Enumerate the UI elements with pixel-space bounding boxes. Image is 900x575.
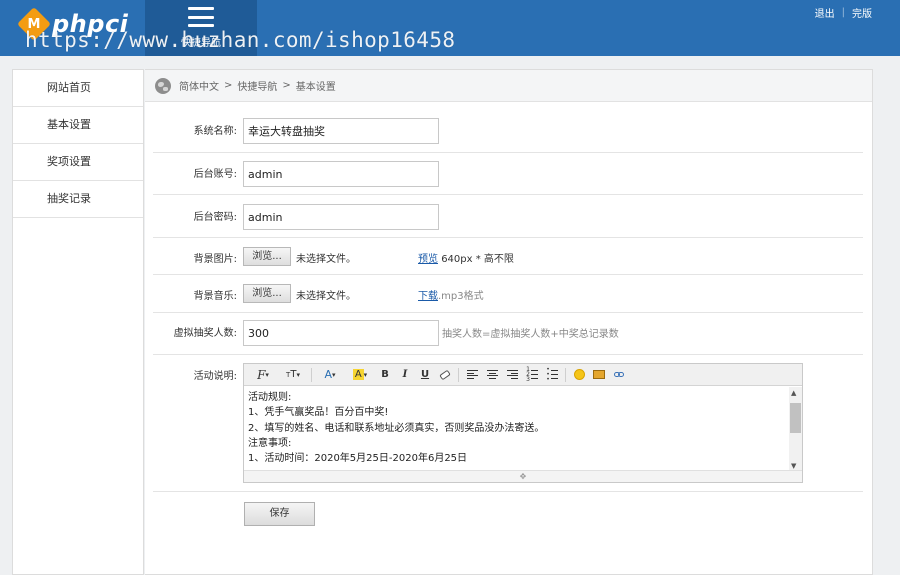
- sidebar-item-home[interactable]: 网站首页: [13, 70, 143, 107]
- globe-icon: [155, 77, 171, 94]
- breadcrumb: 简体中文 > 快捷导航 > 基本设置: [145, 70, 872, 102]
- bold-icon[interactable]: B: [377, 367, 393, 383]
- underline-icon[interactable]: U: [417, 367, 433, 383]
- admin-account-label: 后台账号:: [193, 169, 237, 180]
- sidebar-item-prize-settings[interactable]: 奖项设置: [13, 144, 143, 181]
- virtual-count-input[interactable]: [243, 320, 439, 346]
- form-row-description: 活动说明: F▾ TT▾ A▾ A▾ B I U 123 •••: [153, 355, 863, 492]
- menu-icon: [188, 7, 214, 27]
- breadcrumb-quick-nav[interactable]: 快捷导航: [237, 78, 277, 93]
- virtual-count-hint: 抽奖人数=虚拟抽奖人数+中奖总记录数: [442, 329, 619, 340]
- editor-content[interactable]: 活动规则: 1、凭手气赢奖品！百分百中奖! 2、填写的姓名、电话和联系地址必须真…: [248, 390, 786, 470]
- background-image-file-status: 未选择文件。: [296, 254, 356, 265]
- background-image-size-hint: 640px * 高不限: [441, 254, 514, 265]
- logout-link[interactable]: 退出: [815, 5, 835, 20]
- align-right-icon[interactable]: [504, 367, 520, 383]
- editor-toolbar: F ▾ T T ▾ A ▾ A ▾ B I U 123 • • •: [244, 364, 802, 386]
- background-image-hint: 预览 640px * 高不限: [418, 250, 514, 265]
- breadcrumb-separator: >: [224, 80, 233, 91]
- align-left-icon[interactable]: [464, 367, 480, 383]
- editor-line: 1、活动时间：2020年5月25日-2020年6月25日: [248, 453, 468, 465]
- admin-password-label: 后台密码:: [193, 212, 237, 223]
- emoticon-icon[interactable]: [571, 367, 587, 383]
- download-link[interactable]: 下载: [418, 291, 438, 302]
- form-row-background-music: 背景音乐: 浏览... 未选择文件。 下载.mp3格式: [153, 275, 863, 313]
- scroll-down-icon[interactable]: ▼: [791, 462, 796, 470]
- resize-handle-icon[interactable]: ✥: [244, 470, 802, 482]
- description-label: 活动说明:: [193, 371, 237, 382]
- background-music-file-status: 未选择文件。: [296, 291, 356, 302]
- editor-line: 2、填写的姓名、电话和联系地址必须真实，否则奖品没办法寄送。: [248, 422, 545, 434]
- main-panel: 简体中文 > 快捷导航 > 基本设置 系统名称: 后台账号: 后台密码: 背景图…: [145, 69, 873, 575]
- link-icon[interactable]: [611, 367, 627, 383]
- background-music-browse-button[interactable]: 浏览...: [243, 284, 291, 303]
- watermark-text: https://www.huzhan.com/ishop16458: [25, 28, 456, 52]
- form-row-background-image: 背景图片: 浏览... 未选择文件。 预览 640px * 高不限: [153, 238, 863, 275]
- background-music-hint: 下载.mp3格式: [418, 287, 484, 302]
- form-row-admin-password: 后台密码:: [153, 195, 863, 238]
- sidebar-item-basic-settings[interactable]: 基本设置: [13, 107, 143, 144]
- preview-link[interactable]: 预览: [418, 254, 438, 265]
- admin-account-input[interactable]: [243, 161, 439, 187]
- font-size-icon[interactable]: T T ▾: [280, 367, 306, 383]
- eraser-icon[interactable]: [437, 367, 453, 383]
- rich-text-editor[interactable]: F ▾ T T ▾ A ▾ A ▾ B I U 123 • • • 活动规则: …: [243, 363, 803, 483]
- align-center-icon[interactable]: [484, 367, 500, 383]
- admin-password-input[interactable]: [243, 204, 439, 230]
- system-name-input[interactable]: [243, 118, 439, 144]
- sidebar: 网站首页 基本设置 奖项设置 抽奖记录: [12, 69, 144, 575]
- image-icon[interactable]: [591, 367, 607, 383]
- system-name-label: 系统名称:: [193, 126, 237, 137]
- editor-line: 活动规则:: [248, 392, 292, 403]
- editor-scrollbar[interactable]: ▲ ▼: [789, 387, 802, 471]
- music-format-hint: .mp3格式: [438, 291, 484, 302]
- font-family-icon[interactable]: F ▾: [250, 367, 276, 383]
- editor-line: 1、凭手气赢奖品！百分百中奖!: [248, 407, 389, 419]
- form-row-system-name: 系统名称:: [153, 110, 863, 153]
- highlight-color-icon[interactable]: A ▾: [347, 367, 373, 383]
- form-row-virtual-count: 虚拟抽奖人数: 抽奖人数=虚拟抽奖人数+中奖总记录数: [153, 313, 863, 355]
- font-color-icon[interactable]: A ▾: [317, 367, 343, 383]
- scrollbar-thumb[interactable]: [790, 403, 801, 433]
- breadcrumb-current: 基本设置: [295, 82, 336, 93]
- top-header: M phpci 快捷导航 https://www.huzhan.com/isho…: [0, 0, 900, 56]
- background-image-label: 背景图片:: [193, 254, 237, 265]
- top-link-separator: |: [841, 7, 845, 18]
- editor-line: 注意事项:: [248, 437, 292, 449]
- virtual-count-label: 虚拟抽奖人数:: [173, 328, 237, 339]
- save-button[interactable]: 保存: [244, 502, 315, 526]
- background-image-browse-button[interactable]: 浏览...: [243, 247, 291, 266]
- unordered-list-icon[interactable]: • • •: [544, 367, 560, 383]
- breadcrumb-language[interactable]: 简体中文: [179, 78, 219, 93]
- italic-icon[interactable]: I: [397, 367, 413, 383]
- breadcrumb-separator: >: [282, 80, 291, 91]
- background-music-label: 背景音乐:: [193, 291, 237, 302]
- top-links: 退出 | 完版: [815, 5, 872, 20]
- scroll-up-icon[interactable]: ▲: [791, 389, 796, 397]
- sidebar-item-draw-records[interactable]: 抽奖记录: [13, 181, 143, 218]
- form-row-admin-account: 后台账号:: [153, 153, 863, 195]
- done-link[interactable]: 完版: [852, 5, 872, 20]
- ordered-list-icon[interactable]: 123: [524, 367, 540, 383]
